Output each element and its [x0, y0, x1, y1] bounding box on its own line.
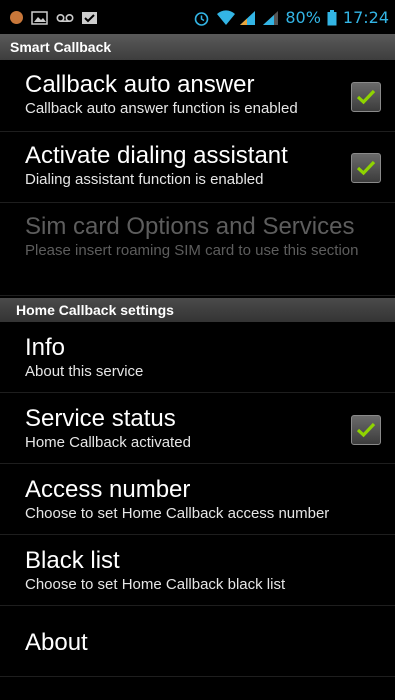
- setting-title: Activate dialing assistant: [25, 142, 288, 169]
- setting-sim-card-options: Sim card Options and Services Please ins…: [0, 204, 395, 296]
- item-title: About: [25, 629, 88, 656]
- callback-auto-answer-checkbox[interactable]: [351, 82, 381, 112]
- item-black-list[interactable]: Black list Choose to set Home Callback b…: [0, 536, 395, 606]
- item-info[interactable]: Info About this service: [0, 323, 395, 393]
- clock: 17:24: [342, 7, 389, 27]
- dialing-assistant-checkbox[interactable]: [351, 153, 381, 183]
- battery-icon: [327, 10, 337, 26]
- setting-callback-auto-answer[interactable]: Callback auto answer Callback auto answe…: [0, 62, 395, 132]
- download-done-icon: [81, 10, 98, 24]
- item-access-number[interactable]: Access number Choose to set Home Callbac…: [0, 465, 395, 535]
- app-title-bar: Smart Callback: [0, 34, 395, 60]
- notification-icons: [10, 10, 98, 25]
- setting-title: Sim card Options and Services: [25, 213, 355, 240]
- item-about[interactable]: About: [0, 607, 395, 677]
- check-icon: [356, 160, 376, 176]
- item-title: Access number: [25, 476, 191, 503]
- item-summary: Choose to set Home Callback black list: [25, 576, 286, 593]
- item-summary: Home Callback activated: [25, 434, 191, 451]
- voicemail-icon: [56, 10, 74, 24]
- signal-sim2-icon: [262, 10, 279, 25]
- system-icons: 80% 17:24: [193, 8, 389, 27]
- check-icon: [356, 89, 376, 105]
- setting-summary: Dialing assistant function is enabled: [25, 171, 264, 188]
- alarm-icon: [193, 10, 210, 26]
- setting-summary: Callback auto answer function is enabled: [25, 100, 298, 117]
- app-notification-icon: [10, 10, 23, 24]
- image-icon: [31, 10, 48, 25]
- section-title: Home Callback settings: [16, 302, 174, 318]
- setting-dialing-assistant[interactable]: Activate dialing assistant Dialing assis…: [0, 133, 395, 203]
- item-title: Black list: [25, 547, 120, 574]
- service-status-checkbox[interactable]: [351, 415, 381, 445]
- app-title: Smart Callback: [10, 39, 112, 55]
- item-service-status[interactable]: Service status Home Callback activated: [0, 394, 395, 464]
- setting-title: Callback auto answer: [25, 71, 255, 98]
- wifi-icon: [216, 10, 236, 25]
- section-header-home-callback: Home Callback settings: [0, 298, 395, 322]
- status-bar: 80% 17:24: [0, 0, 395, 34]
- item-title: Service status: [25, 405, 176, 432]
- check-icon: [356, 422, 376, 438]
- item-title: Info: [25, 334, 66, 361]
- battery-percent: 80%: [285, 7, 321, 27]
- item-summary: About this service: [25, 363, 144, 380]
- item-summary: Choose to set Home Callback access numbe…: [25, 505, 330, 522]
- signal-sim1-icon: [239, 10, 256, 25]
- setting-summary: Please insert roaming SIM card to use th…: [25, 242, 359, 259]
